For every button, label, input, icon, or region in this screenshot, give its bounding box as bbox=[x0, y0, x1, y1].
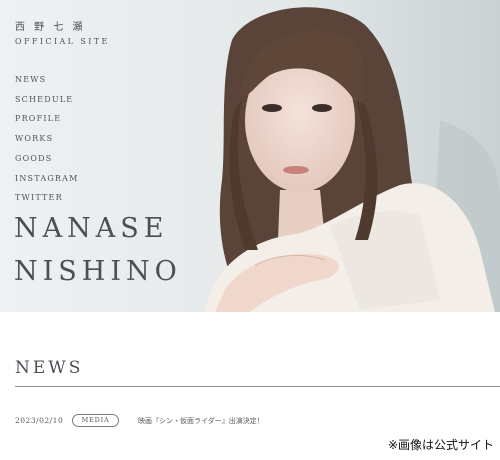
hero-section: 西 野 七 瀬 OFFICIAL SITE NEWS SCHEDULE PROF… bbox=[0, 0, 500, 312]
nav-item-goods[interactable]: GOODS bbox=[15, 149, 79, 169]
news-item[interactable]: 2023/02/10 MEDIA 映画『シン・仮面ライダー』出演決定！ bbox=[15, 414, 500, 428]
image-source-caption: ※画像は公式サイト bbox=[387, 438, 494, 452]
nav-item-profile[interactable]: PROFILE bbox=[15, 109, 79, 129]
hero-name-first: NANASE bbox=[14, 213, 169, 244]
news-section-title: NEWS bbox=[15, 358, 84, 378]
main-nav: NEWS SCHEDULE PROFILE WORKS GOODS INSTAG… bbox=[15, 70, 79, 208]
nav-item-schedule[interactable]: SCHEDULE bbox=[15, 90, 79, 110]
news-divider bbox=[15, 386, 500, 387]
news-date: 2023/02/10 bbox=[15, 416, 64, 425]
nav-item-twitter[interactable]: TWITTER bbox=[15, 188, 79, 208]
nav-item-instagram[interactable]: INSTAGRAM bbox=[15, 169, 79, 189]
news-category-badge: MEDIA bbox=[72, 414, 119, 427]
site-name[interactable]: 西 野 七 瀬 bbox=[15, 18, 86, 33]
news-headline-link[interactable]: 映画『シン・仮面ライダー』出演決定！ bbox=[138, 416, 264, 426]
nav-item-news[interactable]: NEWS bbox=[15, 70, 79, 90]
site-subtitle: OFFICIAL SITE bbox=[15, 37, 110, 46]
hero-name-last: NISHINO bbox=[14, 256, 182, 287]
nav-item-works[interactable]: WORKS bbox=[15, 129, 79, 149]
